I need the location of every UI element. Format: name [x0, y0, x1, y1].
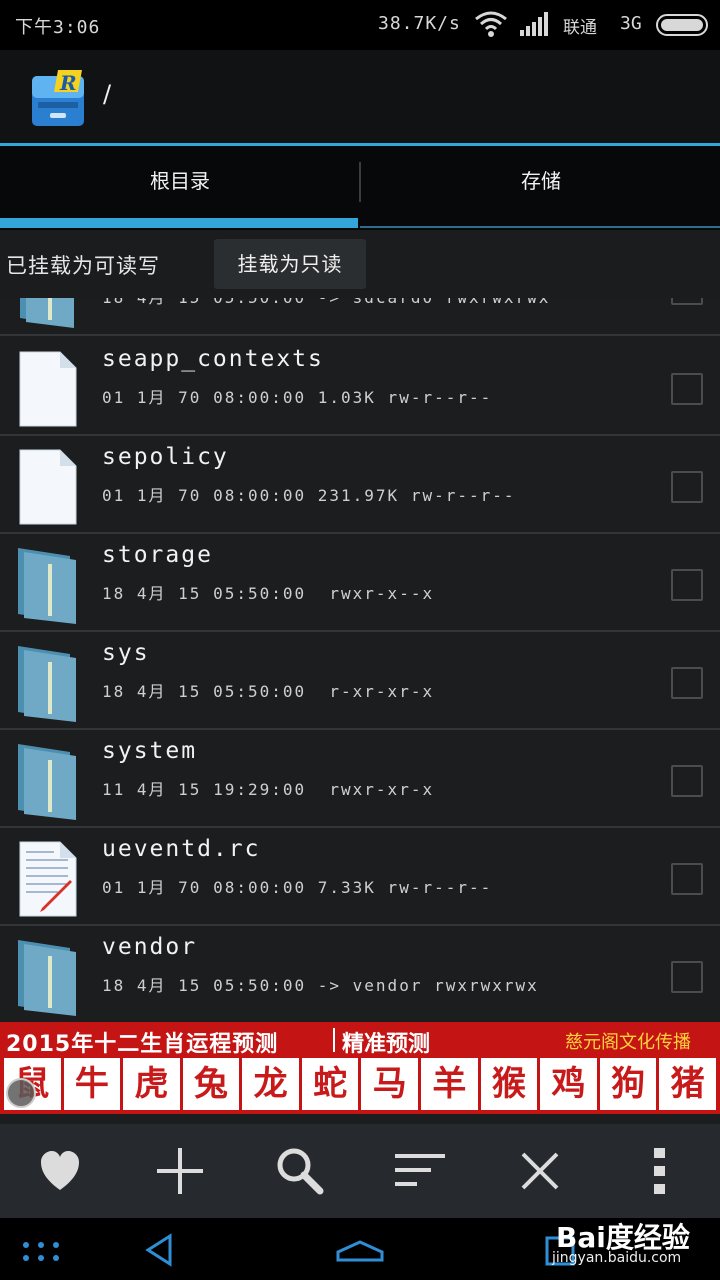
- file-meta: 01 1月 70 08:00:00 231.97K rw-r--r--: [102, 486, 516, 505]
- file-meta: 18 4月 15 05:50:00 rwxr-x--x: [102, 584, 435, 603]
- search-icon: [277, 1148, 324, 1195]
- list-item[interactable]: vendor 18 4月 15 05:50:00 -> vendor rwxrw…: [0, 926, 720, 1022]
- add-button[interactable]: [153, 1144, 207, 1198]
- ad-subtitle: 精准预测: [342, 1032, 431, 1057]
- status-bar: 下午3:06 38.7K/s 联通 3G: [0, 0, 720, 50]
- tab-baseline: [360, 226, 720, 228]
- select-checkbox[interactable]: [671, 667, 703, 699]
- status-carrier: 联通: [563, 18, 597, 38]
- overflow-menu-icon: [654, 1148, 665, 1194]
- list-item[interactable]: sepolicy 01 1月 70 08:00:00 231.97K rw-r-…: [0, 436, 720, 534]
- baidu-watermark: Bai度经验 jingyan.baidu.com: [552, 1216, 690, 1266]
- file-meta: 18 4月 15 05:50:00 -> sdcard0 rwxrwxrwx: [102, 298, 550, 308]
- list-item[interactable]: 18 4月 15 05:50:00 -> sdcard0 rwxrwxrwx: [0, 298, 720, 336]
- ad-zodiac-cell: 蛇: [301, 1058, 359, 1110]
- ad-title: 2015年十二生肖运程预测: [6, 1032, 279, 1057]
- select-checkbox[interactable]: [671, 569, 703, 601]
- folder-icon: [18, 548, 76, 624]
- ad-separator: [333, 1028, 335, 1052]
- select-checkbox[interactable]: [671, 471, 703, 503]
- folder-icon: [18, 646, 76, 722]
- close-icon: [521, 1152, 559, 1190]
- select-checkbox[interactable]: [671, 373, 703, 405]
- bottom-toolbar: [0, 1124, 720, 1218]
- mount-bar: 已挂载为可读写 挂载为只读: [0, 230, 720, 298]
- file-meta: 18 4月 15 05:50:00 r-xr-xr-x: [102, 682, 435, 701]
- file-name: system: [102, 738, 198, 764]
- file-meta: 11 4月 15 19:29:00 rwxr-xr-x: [102, 780, 435, 799]
- file-meta: 18 4月 15 05:50:00 -> vendor rwxrwxrwx: [102, 976, 539, 995]
- add-icon: [157, 1148, 203, 1194]
- ad-zodiac-cell: 猴: [480, 1058, 538, 1110]
- select-checkbox[interactable]: [671, 765, 703, 797]
- app-header: R /: [0, 50, 720, 143]
- ad-zodiac-row: 鼠 牛 虎 兔 龙 蛇 马 羊 猴 鸡 狗 猪: [4, 1058, 716, 1110]
- file-meta: 01 1月 70 08:00:00 1.03K rw-r--r--: [102, 388, 493, 407]
- signal-icon: [520, 12, 548, 36]
- ad-info-icon[interactable]: [6, 1078, 36, 1108]
- select-checkbox[interactable]: [671, 863, 703, 895]
- wifi-icon: [475, 11, 507, 37]
- status-time: 下午3:06: [15, 17, 101, 38]
- tab-bar: 根目录 存储: [0, 146, 720, 230]
- tab-root[interactable]: 根目录: [0, 146, 360, 216]
- ad-zodiac-cell: 龙: [242, 1058, 299, 1110]
- list-item[interactable]: storage 18 4月 15 05:50:00 rwxr-x--x: [0, 534, 720, 632]
- list-bottom-strip: [0, 1114, 720, 1124]
- back-icon[interactable]: [142, 1232, 178, 1268]
- select-checkbox[interactable]: [671, 298, 703, 305]
- ad-zodiac-cell: 鸡: [540, 1058, 597, 1110]
- overflow-menu-button[interactable]: [633, 1144, 687, 1198]
- search-button[interactable]: [273, 1144, 327, 1198]
- ad-zodiac-cell: 兔: [182, 1058, 240, 1110]
- battery-icon: [656, 14, 708, 36]
- ad-zodiac-cell: 狗: [599, 1058, 657, 1110]
- ad-company: 慈元阁文化传播: [565, 1032, 691, 1053]
- file-name: sepolicy: [102, 444, 229, 470]
- text-file-icon: [19, 841, 77, 917]
- file-name: storage: [102, 542, 213, 568]
- file-name: seapp_contexts: [102, 346, 324, 372]
- ad-zodiac-cell: 牛: [63, 1058, 121, 1110]
- folder-icon: [18, 940, 76, 1016]
- status-network-speed: 38.7K/s: [378, 13, 461, 34]
- file-meta: 01 1月 70 08:00:00 7.33K rw-r--r--: [102, 878, 493, 897]
- watermark-url: jingyan.baidu.com: [552, 1250, 682, 1266]
- file-icon: [19, 449, 77, 525]
- select-checkbox[interactable]: [671, 961, 703, 993]
- apps-icon[interactable]: [20, 1232, 62, 1268]
- ad-zodiac-cell: 马: [361, 1058, 419, 1110]
- file-list[interactable]: 18 4月 15 05:50:00 -> sdcard0 rwxrwxrwx s…: [0, 298, 720, 1022]
- list-item[interactable]: seapp_contexts 01 1月 70 08:00:00 1.03K r…: [0, 338, 720, 436]
- list-item[interactable]: system 11 4月 15 19:29:00 rwxr-xr-x: [0, 730, 720, 828]
- list-item[interactable]: sys 18 4月 15 05:50:00 r-xr-xr-x: [0, 632, 720, 730]
- file-name: vendor: [102, 934, 198, 960]
- close-button[interactable]: [513, 1144, 567, 1198]
- sort-icon: [395, 1154, 445, 1186]
- folder-icon: [20, 298, 74, 328]
- list-item[interactable]: ueventd.rc 01 1月 70 08:00:00 7.33K rw-r-…: [0, 828, 720, 926]
- active-tab-indicator: [0, 218, 358, 228]
- file-name: ueventd.rc: [102, 836, 261, 862]
- current-path: /: [103, 80, 112, 108]
- status-network-type: 3G: [620, 13, 642, 34]
- svg-text:R: R: [59, 71, 77, 95]
- home-icon[interactable]: [335, 1232, 385, 1268]
- ad-zodiac-cell: 羊: [421, 1058, 478, 1110]
- folder-icon: [18, 744, 76, 820]
- favorites-button[interactable]: [33, 1144, 87, 1198]
- file-icon: [19, 351, 77, 427]
- mount-status: 已挂载为可读写: [6, 254, 160, 278]
- mount-readonly-button[interactable]: 挂载为只读: [214, 239, 366, 289]
- ad-zodiac-cell: 猪: [659, 1058, 716, 1110]
- app-logo-icon[interactable]: R: [30, 68, 86, 128]
- tab-storage[interactable]: 存储: [361, 146, 720, 216]
- ad-banner[interactable]: 2015年十二生肖运程预测 精准预测 慈元阁文化传播 鼠 牛 虎 兔 龙 蛇 马…: [0, 1022, 720, 1114]
- file-name: sys: [102, 640, 150, 666]
- sort-button[interactable]: [393, 1144, 447, 1198]
- heart-icon: [41, 1151, 79, 1190]
- ad-zodiac-cell: 虎: [123, 1058, 180, 1110]
